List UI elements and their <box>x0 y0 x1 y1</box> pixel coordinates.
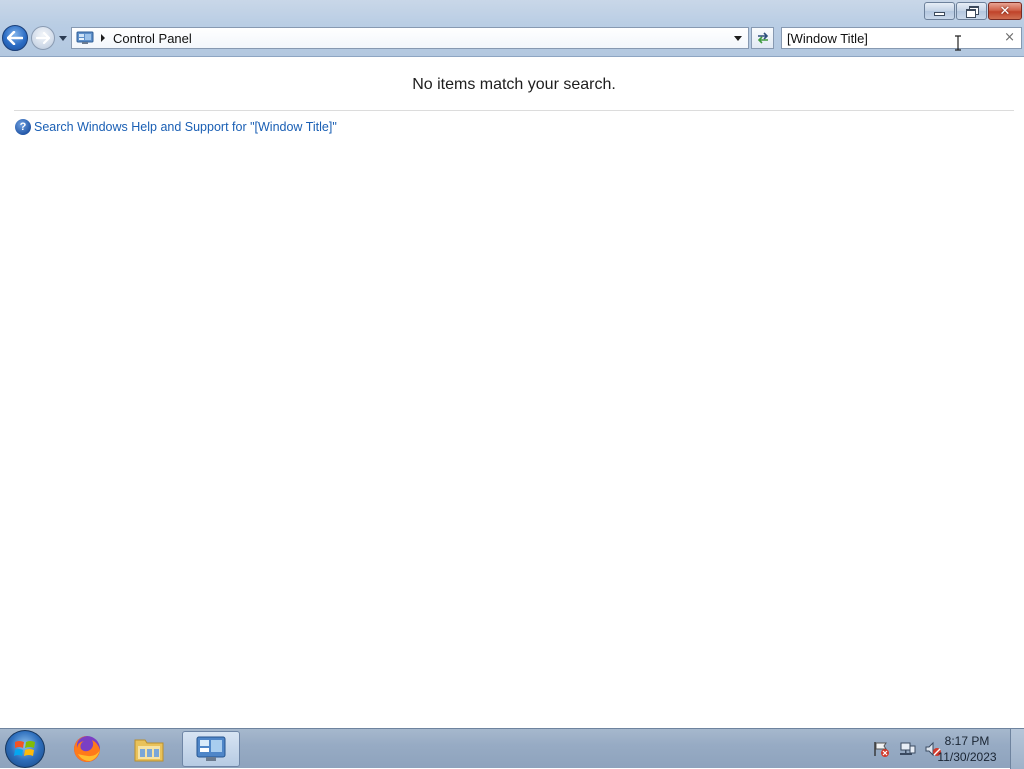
text-cursor-icon <box>955 35 961 51</box>
windows-logo-icon <box>14 741 35 756</box>
close-icon: ✕ <box>999 3 1011 19</box>
chevron-down-icon <box>59 35 67 41</box>
refresh-button[interactable] <box>751 27 774 49</box>
folder-icon <box>134 739 164 762</box>
taskbar: 8:17 PM 11/30/2023 <box>0 728 1024 769</box>
caption-buttons: ✕ <box>924 2 1022 20</box>
firefox-icon <box>74 736 100 762</box>
minimize-button[interactable] <box>924 2 955 20</box>
back-button[interactable] <box>2 25 28 51</box>
clock-time: 8:17 PM <box>944 734 990 748</box>
back-arrow-icon <box>7 31 23 45</box>
address-bar[interactable]: Control Panel <box>71 27 749 49</box>
recent-pages-button[interactable] <box>58 34 68 42</box>
action-center-flag-icon[interactable] <box>872 741 890 757</box>
show-desktop-button[interactable] <box>1010 729 1024 769</box>
restore-icon <box>965 6 979 18</box>
help-search-link-text[interactable]: Search Windows Help and Support for "[Wi… <box>34 120 337 134</box>
no-results-message: No items match your search. <box>412 76 616 93</box>
taskbar-file-explorer[interactable] <box>120 731 178 767</box>
help-icon: ? <box>15 119 31 135</box>
forward-button[interactable] <box>31 26 55 50</box>
taskbar-control-panel[interactable] <box>182 731 240 767</box>
clock-date: 11/30/2023 <box>937 750 997 764</box>
address-history-button[interactable] <box>728 28 748 48</box>
control-panel-icon <box>196 736 226 761</box>
forward-arrow-icon <box>36 32 50 44</box>
clear-search-icon[interactable]: × <box>1004 30 1015 46</box>
breadcrumb-separator-icon[interactable] <box>101 34 105 42</box>
close-button[interactable]: ✕ <box>988 2 1022 20</box>
refresh-icon <box>757 32 768 44</box>
restore-button[interactable] <box>956 2 987 20</box>
clock[interactable]: 8:17 PM 11/30/2023 <box>932 733 1002 765</box>
chevron-down-icon <box>734 35 742 41</box>
minimize-icon <box>934 11 945 16</box>
network-icon[interactable] <box>898 741 916 757</box>
help-search-link[interactable]: ? Search Windows Help and Support for "[… <box>15 119 337 135</box>
breadcrumb-control-panel[interactable]: Control Panel <box>113 31 192 46</box>
start-button[interactable] <box>5 730 45 768</box>
search-box[interactable]: × <box>781 27 1022 49</box>
window-chrome: ✕ Control Panel [Window Title] × <box>0 0 1024 57</box>
control-panel-icon <box>76 31 94 45</box>
taskbar-firefox[interactable] <box>58 731 116 767</box>
divider <box>14 110 1014 111</box>
